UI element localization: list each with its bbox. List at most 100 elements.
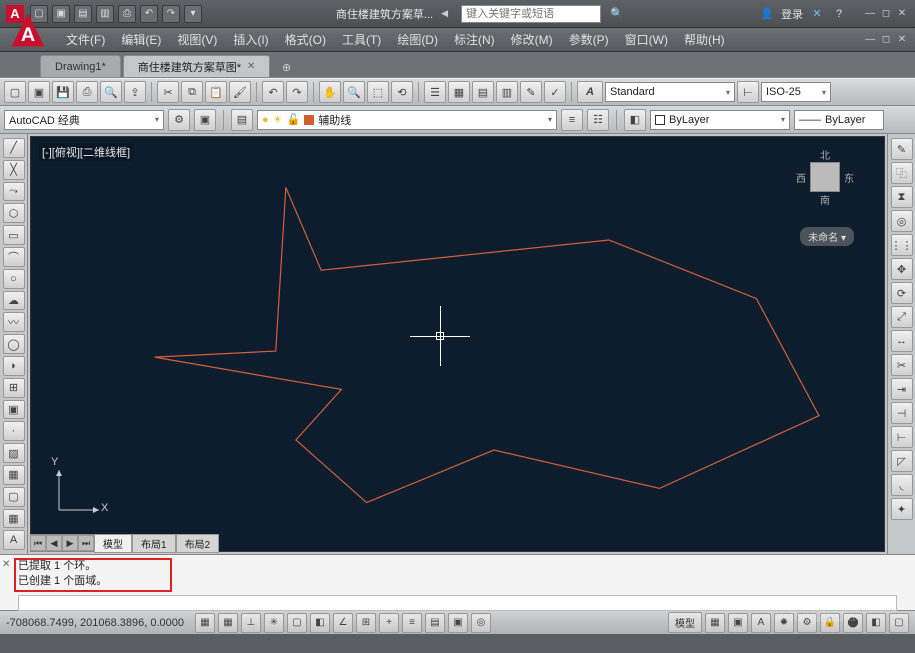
app-logo-large[interactable]: A — [6, 8, 50, 52]
explode-icon[interactable]: ✦ — [891, 498, 913, 520]
gradient-icon[interactable]: ▦ — [3, 465, 25, 485]
ellipse-arc-icon[interactable]: ◗ — [3, 356, 25, 376]
layout-tab-layout2[interactable]: 布局2 — [176, 534, 220, 553]
color-combo[interactable]: ByLayer ▾ — [650, 110, 790, 130]
sb-ws-switch-icon[interactable]: ⚙ — [797, 613, 817, 633]
break-icon[interactable]: ⊣ — [891, 402, 913, 424]
color-control-icon[interactable]: ◧ — [624, 109, 646, 131]
offset-icon[interactable]: ◎ — [891, 210, 913, 232]
sb-snap-icon[interactable]: ▦ — [195, 613, 215, 633]
view-unnamed-badge[interactable]: 未命名 ▾ — [800, 227, 854, 246]
tb-publish-icon[interactable]: ⇪ — [124, 81, 146, 103]
stretch-icon[interactable]: ↔ — [891, 330, 913, 352]
chamfer-icon[interactable]: ◸ — [891, 450, 913, 472]
doc-restore-icon[interactable]: ◻ — [879, 33, 893, 47]
workspace-settings-icon[interactable]: ⚙ — [168, 109, 190, 131]
sb-annovis-icon[interactable]: ✹ — [774, 613, 794, 633]
tb-save-icon[interactable]: 💾 — [52, 81, 74, 103]
sb-sc-icon[interactable]: ◎ — [471, 613, 491, 633]
layer-combo[interactable]: ● ☀ 🔓 辅助线 ▾ — [257, 110, 557, 130]
menu-insert[interactable]: 插入(I) — [225, 28, 276, 51]
tb-design-center-icon[interactable]: ▦ — [448, 81, 470, 103]
plot-icon[interactable]: ⎙ — [118, 5, 136, 23]
help-icon[interactable]: ? — [831, 6, 847, 22]
tb-cut-icon[interactable]: ✂ — [157, 81, 179, 103]
menu-parameter[interactable]: 参数(P) — [561, 28, 617, 51]
dim-style-combo[interactable]: ISO-25▾ — [761, 82, 831, 102]
arc-icon[interactable]: ⌒ — [3, 247, 25, 267]
circle-icon[interactable]: ○ — [3, 269, 25, 289]
lt-first-icon[interactable]: ⏮ — [30, 535, 46, 551]
close-icon[interactable]: ✕ — [895, 7, 909, 21]
minimize-icon[interactable]: — — [863, 7, 877, 21]
sb-hardware-accel-icon[interactable]: ⬤ — [843, 613, 863, 633]
mtext-icon[interactable]: A — [3, 530, 25, 550]
workspace-save-icon[interactable]: ▣ — [194, 109, 216, 131]
tb-zoom-prev-icon[interactable]: ⟲ — [391, 81, 413, 103]
menu-tools[interactable]: 工具(T) — [334, 28, 389, 51]
user-icon[interactable]: 👤 — [759, 6, 775, 22]
sb-model-button[interactable]: 模型 — [668, 612, 702, 633]
menu-edit[interactable]: 编辑(E) — [113, 28, 169, 51]
ellipse-icon[interactable]: ◯ — [3, 334, 25, 354]
linetype-combo[interactable]: —— ByLayer — [794, 110, 884, 130]
erase-icon[interactable]: ✎ — [891, 138, 913, 160]
search-input[interactable] — [461, 5, 601, 23]
tb-sheetset-icon[interactable]: ▥ — [496, 81, 518, 103]
exchange-icon[interactable]: ✕ — [809, 6, 825, 22]
tb-dimstyle-icon[interactable]: ⊢ — [737, 81, 759, 103]
undo-icon[interactable]: ↶ — [140, 5, 158, 23]
save-icon[interactable]: ▤ — [74, 5, 92, 23]
sb-polar-icon[interactable]: ✳ — [264, 613, 284, 633]
maximize-icon[interactable]: ◻ — [879, 7, 893, 21]
saveas-icon[interactable]: ▥ — [96, 5, 114, 23]
sb-clean-screen-icon[interactable]: ▢ — [889, 613, 909, 633]
menu-help[interactable]: 帮助(H) — [676, 28, 733, 51]
viewcube-east[interactable]: 东 — [844, 170, 854, 185]
line-icon[interactable]: ╱ — [3, 138, 25, 158]
redo-icon[interactable]: ↷ — [162, 5, 180, 23]
mirror-icon[interactable]: ⧗ — [891, 186, 913, 208]
sb-ortho-icon[interactable]: ⊥ — [241, 613, 261, 633]
tb-properties-icon[interactable]: ☰ — [424, 81, 446, 103]
sb-grid-icon[interactable]: ▦ — [218, 613, 238, 633]
layout-tab-model[interactable]: 模型 — [94, 534, 132, 553]
sb-qp-icon[interactable]: ▣ — [448, 613, 468, 633]
tb-new-icon[interactable]: ▢ — [4, 81, 26, 103]
doctab-close-icon[interactable]: ✕ — [247, 61, 255, 72]
tb-textstyle-icon[interactable]: A — [577, 81, 603, 103]
array-icon[interactable]: ⋮⋮ — [891, 234, 913, 256]
viewcube[interactable]: 北 西 东 南 — [796, 147, 854, 207]
sb-dyn-icon[interactable]: + — [379, 613, 399, 633]
search-icon[interactable]: 🔍 — [609, 6, 625, 22]
region-icon[interactable]: ▢ — [3, 487, 25, 507]
menu-draw[interactable]: 绘图(D) — [389, 28, 446, 51]
insert-block-icon[interactable]: ⊞ — [3, 378, 25, 398]
tb-redo-icon[interactable]: ↷ — [286, 81, 308, 103]
doctab-shangzhu[interactable]: 商住楼建筑方案草图* ✕ — [123, 55, 271, 77]
lt-last-icon[interactable]: ⏭ — [78, 535, 94, 551]
open-icon[interactable]: ▣ — [52, 5, 70, 23]
tb-qcalc-icon[interactable]: ✓ — [544, 81, 566, 103]
sb-isolate-icon[interactable]: ◧ — [866, 613, 886, 633]
xline-icon[interactable]: ╳ — [3, 160, 25, 180]
cmd-close-icon[interactable]: ✕ — [2, 559, 14, 571]
lt-next-icon[interactable]: ▶ — [62, 535, 78, 551]
sb-quickview-dwg-icon[interactable]: ▣ — [728, 613, 748, 633]
tb-undo-icon[interactable]: ↶ — [262, 81, 284, 103]
tb-paste-icon[interactable]: 📋 — [205, 81, 227, 103]
fillet-icon[interactable]: ◟ — [891, 474, 913, 496]
layer-manager-icon[interactable]: ▤ — [231, 109, 253, 131]
doctab-add-icon[interactable]: ⊕ — [276, 57, 296, 77]
login-link[interactable]: 登录 — [781, 6, 803, 22]
join-icon[interactable]: ⊢ — [891, 426, 913, 448]
drawing-canvas[interactable]: [-][俯视][二维线框] X Y 北 西 — [30, 136, 885, 552]
layer-prev-icon[interactable]: ≡ — [561, 109, 583, 131]
viewport-label[interactable]: [-][俯视][二维线框] — [39, 143, 133, 161]
polyline-icon[interactable]: ⤳ — [3, 182, 25, 202]
sb-annoscale-icon[interactable]: A — [751, 613, 771, 633]
tb-copy-icon[interactable]: ⧉ — [181, 81, 203, 103]
sb-lock-ui-icon[interactable]: 🔒 — [820, 613, 840, 633]
layer-state-icon[interactable]: ☷ — [587, 109, 609, 131]
sb-3dosnap-icon[interactable]: ◧ — [310, 613, 330, 633]
